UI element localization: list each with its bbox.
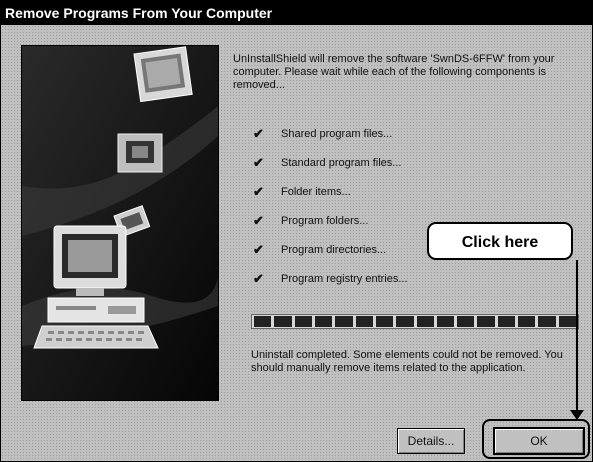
progress-block <box>355 316 373 327</box>
checklist-item: ✔ Standard program files... <box>253 148 453 177</box>
progress-block <box>335 316 353 327</box>
removal-message: UnInstallShield will remove the software… <box>233 53 555 91</box>
completion-status: Uninstall completed. Some elements could… <box>251 349 563 374</box>
checklist-item: ✔ Folder items... <box>253 177 453 206</box>
checkmark-icon: ✔ <box>253 212 264 228</box>
progress-block <box>538 316 556 327</box>
checklist-item: ✔ Program registry entries... <box>253 264 453 293</box>
progress-block <box>416 316 434 327</box>
window-title: Remove Programs From Your Computer <box>5 5 273 21</box>
progress-block <box>518 316 536 327</box>
checklist-item: ✔ Program folders... <box>253 206 453 235</box>
click-here-callout: Click here <box>427 222 573 260</box>
callout-pointer-line <box>576 260 578 412</box>
checklist-item-label: Program registry entries... <box>281 272 408 285</box>
checklist-item-label: Program directories... <box>281 243 387 256</box>
title-bar: Remove Programs From Your Computer <box>1 1 592 25</box>
progress-block <box>558 316 576 327</box>
details-button[interactable]: Details... <box>397 428 465 454</box>
progress-block <box>457 316 475 327</box>
uninstall-dialog: Remove Programs From Your Computer UnIns… <box>0 0 593 462</box>
component-checklist: ✔ Shared program files... ✔ Standard pro… <box>253 119 453 293</box>
computer-artwork-icon <box>22 46 218 400</box>
progress-block <box>396 316 414 327</box>
progress-block <box>274 316 292 327</box>
checklist-item-label: Folder items... <box>281 185 351 198</box>
checklist-item-label: Standard program files... <box>281 156 402 169</box>
checkmark-icon: ✔ <box>253 125 264 141</box>
computer-illustration <box>21 45 219 401</box>
progress-block <box>477 316 495 327</box>
removal-progress-bar <box>251 314 579 329</box>
checkmark-icon: ✔ <box>253 241 264 257</box>
checklist-item-label: Program folders... <box>281 214 369 227</box>
progress-block <box>254 316 272 327</box>
progress-block <box>497 316 516 327</box>
checkmark-icon: ✔ <box>253 154 264 170</box>
progress-block <box>375 316 394 327</box>
progress-block <box>436 316 455 327</box>
checklist-item: ✔ Program directories... <box>253 235 453 264</box>
progress-block <box>294 316 312 327</box>
checkmark-icon: ✔ <box>253 270 264 286</box>
checkmark-icon: ✔ <box>253 183 264 199</box>
checklist-item: ✔ Shared program files... <box>253 119 453 148</box>
checklist-item-label: Shared program files... <box>281 127 393 140</box>
ok-button[interactable]: OK <box>493 427 585 455</box>
progress-block <box>314 316 333 327</box>
